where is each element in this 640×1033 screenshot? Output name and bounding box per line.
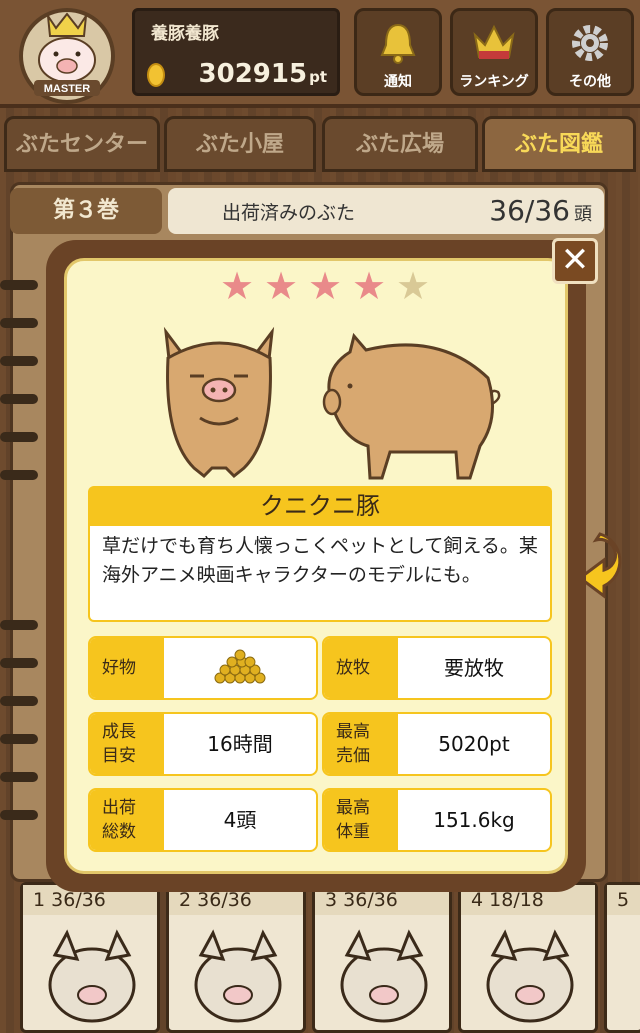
volume-card-2[interactable]: 2 36/36	[166, 882, 306, 1033]
book-title: 出荷済みのぶた	[222, 202, 356, 224]
card-number: 2	[179, 889, 192, 911]
main-tabs: ぶたセンター ぶた小屋 ぶた広場 ぶた図鑑	[0, 112, 640, 172]
close-icon: ✕	[560, 240, 590, 280]
stat-favorite-food: 好物	[88, 636, 318, 700]
spiral-ring	[0, 658, 38, 668]
pig-side-view-icon	[322, 332, 501, 480]
header-bar: MASTER 養豚養豚 302915 pt 通知 ランキング その他	[0, 0, 640, 108]
notification-button[interactable]: 通知	[354, 8, 442, 96]
book-title-bar: 出荷済みのぶた 36/36 頭	[168, 188, 604, 234]
stat-value: 4頭	[223, 808, 257, 832]
volume-card-1[interactable]: 1 36/36	[20, 882, 160, 1033]
stat-key: 出荷 総数	[90, 790, 164, 850]
other-label: その他	[569, 74, 611, 90]
pig-front-view-icon	[163, 326, 275, 479]
spiral-ring	[0, 734, 38, 744]
pig-description: 草だけでも育ち人懐っこくペットとして飼える。某海外アニメ映画キャラクターのモデル…	[88, 526, 552, 622]
book-count: 36/36	[489, 194, 570, 227]
spiral-ring	[0, 318, 38, 328]
tab-buta-zukan[interactable]: ぶた図鑑	[482, 116, 636, 172]
spiral-ring	[0, 772, 38, 782]
pig-face-icon	[486, 929, 574, 1023]
star-icon: ★	[352, 264, 387, 308]
points-display: 302915 pt	[199, 59, 327, 89]
stat-value: 要放牧	[444, 656, 504, 680]
volume-card-5[interactable]: 5	[604, 882, 640, 1033]
card-count: 36/36	[197, 889, 252, 911]
card-number: 1	[33, 889, 46, 911]
close-button[interactable]: ✕	[552, 238, 598, 284]
tab-buta-center[interactable]: ぶたセンター	[4, 116, 160, 172]
pig-face-icon	[48, 929, 136, 1023]
card-number: 3	[325, 889, 338, 911]
stat-growth-time: 成長 目安 16時間	[88, 712, 318, 776]
ranking-label: ランキング	[459, 74, 529, 90]
stat-key: 最高 体重	[324, 790, 398, 850]
ranking-button[interactable]: ランキング	[450, 8, 538, 96]
stat-key: 成長 目安	[90, 714, 164, 774]
other-button[interactable]: その他	[546, 8, 634, 96]
spiral-ring	[0, 280, 38, 290]
spiral-ring	[0, 470, 38, 480]
stat-max-price: 最高 売価 5020pt	[322, 712, 552, 776]
coin-icon	[147, 63, 165, 87]
player-name: 養豚養豚	[151, 24, 219, 44]
player-info-box: 養豚養豚 302915 pt	[132, 8, 340, 96]
notification-label: 通知	[384, 74, 412, 90]
volume-card-3[interactable]: 3 36/36	[312, 882, 452, 1033]
stat-value	[164, 638, 316, 698]
spiral-ring	[0, 432, 38, 442]
spiral-ring	[0, 620, 38, 630]
stat-value: 5020pt	[438, 732, 510, 756]
spiral-ring	[0, 394, 38, 404]
pig-illustration	[163, 326, 501, 480]
bell-icon	[380, 23, 416, 64]
volume-card-4[interactable]: 4 18/18	[458, 882, 598, 1033]
book-count-display: 36/36 頭	[489, 194, 592, 227]
points-unit: pt	[309, 68, 327, 86]
card-count: 18/18	[489, 889, 544, 911]
stat-key: 最高 売価	[324, 714, 398, 774]
stat-value: 151.6kg	[433, 808, 515, 832]
star-icon: ★	[396, 264, 431, 308]
spiral-ring	[0, 696, 38, 706]
pig-face-icon	[194, 929, 282, 1023]
master-pig-avatar-icon[interactable]: MASTER	[12, 6, 122, 106]
points-value: 302915	[198, 59, 308, 89]
food-pile-icon	[214, 649, 266, 684]
pig-name: クニクニ豚	[88, 486, 552, 526]
stat-key: 好物	[90, 638, 164, 698]
card-count: 36/36	[51, 889, 106, 911]
card-header: 5	[607, 885, 640, 915]
svg-text:MASTER: MASTER	[44, 83, 91, 95]
spiral-ring	[0, 356, 38, 366]
card-count: 36/36	[343, 889, 398, 911]
card-number: 4	[471, 889, 484, 911]
card-number: 5	[617, 889, 630, 911]
spiral-ring	[0, 810, 38, 820]
rating-stars: ★ ★ ★ ★ ★	[220, 266, 440, 306]
star-icon: ★	[220, 264, 255, 308]
stat-max-weight: 最高 体重 151.6kg	[322, 788, 552, 852]
stat-shipped-total: 出荷 総数 4頭	[88, 788, 318, 852]
stat-grazing: 放牧 要放牧	[322, 636, 552, 700]
star-icon: ★	[264, 264, 299, 308]
crown-icon	[473, 24, 515, 59]
stat-key: 放牧	[324, 638, 398, 698]
book-count-unit: 頭	[574, 204, 592, 225]
pig-face-icon	[340, 929, 428, 1023]
stat-value: 16時間	[207, 732, 273, 756]
star-icon: ★	[308, 264, 343, 308]
volume-label: 第３巻	[10, 188, 162, 234]
gear-icon	[572, 25, 608, 61]
tab-buta-hiroba[interactable]: ぶた広場	[322, 116, 478, 172]
tab-buta-koya[interactable]: ぶた小屋	[164, 116, 316, 172]
